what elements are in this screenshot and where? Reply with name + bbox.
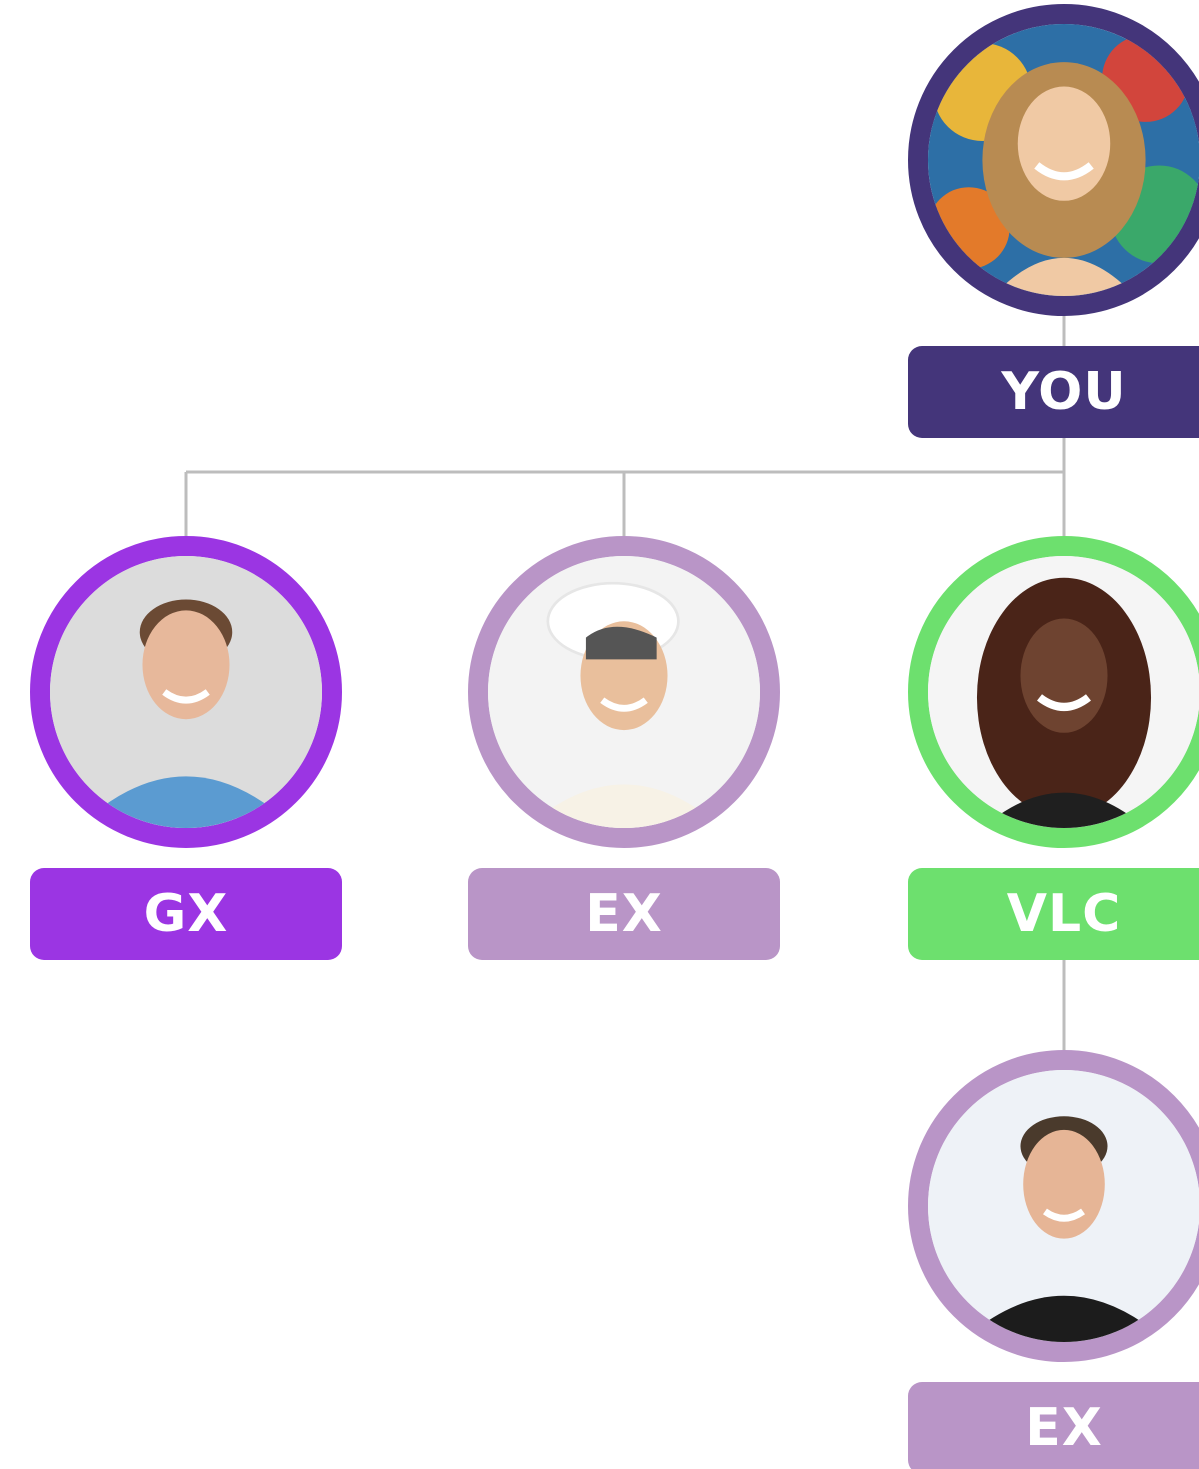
referral-tree: YOU GX EX VLC EX (0, 0, 1199, 1469)
node-label-gx: GX (30, 868, 342, 960)
node-label-vlc: VLC (908, 868, 1199, 960)
woman-avatar-icon[interactable] (908, 4, 1199, 316)
node-label-ex-2: EX (908, 1382, 1199, 1469)
man-avatar-icon[interactable] (30, 536, 342, 848)
woman-avatar-icon[interactable] (468, 536, 780, 848)
node-label-you: YOU (908, 346, 1199, 438)
man-avatar-icon[interactable] (908, 1050, 1199, 1362)
woman-avatar-icon[interactable] (908, 536, 1199, 848)
node-label-ex-1: EX (468, 868, 780, 960)
